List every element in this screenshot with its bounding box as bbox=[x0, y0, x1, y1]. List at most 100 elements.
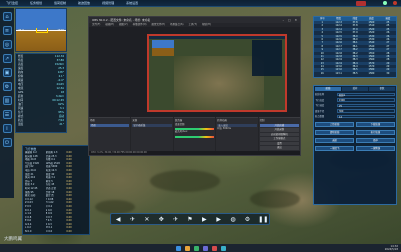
source-item[interactable]: 显示器采集 bbox=[132, 123, 172, 127]
telemetry-value: 21° bbox=[59, 123, 64, 126]
field-input[interactable]: 航线1 bbox=[337, 92, 395, 96]
obs-menu-item[interactable]: 编辑(E) bbox=[105, 23, 114, 27]
play-icon[interactable]: ▶ bbox=[215, 216, 222, 223]
minimize-icon[interactable]: – bbox=[283, 17, 284, 23]
os-taskbar: 14:32 2024/5/18 bbox=[0, 244, 401, 252]
obs-icon[interactable] bbox=[211, 245, 217, 251]
target-icon[interactable]: ◎ bbox=[2, 40, 12, 49]
preview-topbar bbox=[149, 36, 285, 39]
close-icon[interactable] bbox=[393, 1, 397, 5]
camera-icon[interactable]: ▣ bbox=[2, 68, 12, 77]
play-icon[interactable]: ▶ bbox=[201, 216, 208, 223]
terrain-ridge bbox=[250, 190, 300, 208]
action-button[interactable]: 悬停 bbox=[355, 138, 395, 143]
pin-icon[interactable]: ⚑ bbox=[186, 216, 193, 223]
globe-icon[interactable]: ◍ bbox=[230, 216, 237, 223]
close-icon[interactable]: ✕ bbox=[295, 17, 297, 23]
route-control-panel: 航线 载荷 参数 航线名称 航线1 飞行高度 1500 飞行速度 25 盘旋半径 300 航点数… bbox=[313, 85, 397, 205]
settings-button[interactable]: 设置 bbox=[259, 141, 300, 145]
start-stream-button[interactable]: 开始直播 bbox=[259, 123, 300, 127]
brand-logo bbox=[356, 1, 366, 6]
obs-dock-area: 场景 场景 来源 显示器采集 混音器 桌面音频 麦克风/Aux 转场动画 淡入淡… bbox=[89, 117, 301, 155]
pause-icon[interactable]: ❚❚ bbox=[258, 216, 268, 223]
action-button[interactable]: 执行航线 bbox=[355, 130, 395, 135]
plane-icon[interactable]: ✈ bbox=[172, 216, 179, 223]
form-row: 飞行速度 25 bbox=[315, 103, 395, 108]
explorer-icon[interactable] bbox=[184, 245, 190, 251]
start-record-button[interactable]: 开始录制 bbox=[259, 128, 300, 132]
transition-duration[interactable]: 时长 300ms bbox=[217, 127, 256, 131]
field-input[interactable]: 25 bbox=[337, 103, 395, 107]
mixer-channel: 麦克风/Aux bbox=[174, 130, 188, 133]
obs-menu-item[interactable]: 文件(F) bbox=[92, 23, 100, 27]
obs-menu-item[interactable]: 配置文件(P) bbox=[151, 23, 164, 27]
obs-menu-item[interactable]: 帮助(H) bbox=[202, 23, 211, 27]
menu-item-plan[interactable]: 任务规划 bbox=[24, 1, 48, 5]
mixer-dock: 混音器 桌面音频 麦克风/Aux bbox=[173, 117, 216, 155]
obs-menu-item[interactable]: 停靠部件(D) bbox=[133, 23, 147, 27]
action-button[interactable]: 清除航线 bbox=[315, 130, 355, 135]
gear-icon[interactable]: ⚙ bbox=[244, 216, 251, 223]
obs-menu-bar: 文件(F) 编辑(E) 视图(V) 停靠部件(D) 配置文件(P) 场景集合(S) 工具(T… bbox=[89, 23, 300, 27]
close-icon[interactable]: ✕ bbox=[143, 216, 150, 223]
param-row: N 0.0 O 0.0 0.00 bbox=[25, 230, 87, 234]
watermark: 大鹏鸣翼 bbox=[4, 237, 22, 242]
plane-icon[interactable]: ✈ bbox=[129, 216, 136, 223]
action-button[interactable]: 返航 bbox=[315, 138, 355, 143]
menu-item-replay[interactable]: 航迹回放 bbox=[72, 1, 96, 5]
maximize-icon[interactable]: □ bbox=[288, 17, 291, 23]
dock-title: 转场动画 bbox=[217, 119, 227, 122]
studio-mode-button[interactable]: 工作室模式 bbox=[259, 137, 300, 141]
minimize-icon[interactable] bbox=[383, 1, 387, 5]
action-button[interactable]: 上传航线 bbox=[315, 122, 355, 127]
list-icon[interactable]: ☰ bbox=[2, 110, 12, 119]
action-button[interactable]: 下载航线 bbox=[355, 122, 395, 127]
menu-item-payload[interactable]: 载荷控制 bbox=[48, 1, 72, 5]
system-clock[interactable]: 14:32 2024/5/18 bbox=[385, 245, 398, 251]
settings-icon[interactable]: ⚙ bbox=[2, 82, 12, 91]
tab-params[interactable]: 参数 bbox=[369, 87, 395, 91]
audio-meter[interactable] bbox=[174, 135, 215, 138]
info-icon[interactable]: i bbox=[2, 124, 12, 133]
field-input[interactable]: 1500 bbox=[337, 98, 395, 102]
mixer-channel: 桌面音频 bbox=[174, 122, 185, 126]
move-icon[interactable]: ✥ bbox=[158, 216, 165, 223]
route-icon[interactable]: ↗ bbox=[2, 54, 12, 63]
virtual-camera-button[interactable]: 启动虚拟摄像机 bbox=[259, 132, 300, 136]
obs-preview[interactable] bbox=[147, 34, 287, 112]
scene-item[interactable]: 场景 bbox=[90, 123, 130, 127]
menu-item-settings[interactable]: 系统设置 bbox=[120, 1, 144, 5]
table-row[interactable]: 16 113.1 38.5 1580 30 bbox=[314, 72, 396, 75]
hud-altitude: 1520 bbox=[57, 29, 64, 32]
obs-menu-item[interactable]: 工具(T) bbox=[189, 23, 197, 27]
arrow-left-icon[interactable]: ◀ bbox=[115, 216, 122, 223]
field-label: 航线名称 bbox=[315, 93, 325, 97]
action-button[interactable]: 一键降落 bbox=[355, 146, 395, 151]
home-icon[interactable]: ⌂ bbox=[2, 12, 12, 21]
chart-icon[interactable]: ▥ bbox=[2, 96, 12, 105]
obs-window[interactable]: OBS 30.0.2 - 配置文件: 未命名 - 场景: 未命名 – □ ✕ 文… bbox=[88, 16, 301, 156]
action-button[interactable]: 一键起飞 bbox=[315, 146, 355, 151]
obs-status-bar: CPU: 3.2%, 30.00 / 30.00 FPS 00:00:00 00… bbox=[89, 151, 300, 155]
menu-item-video[interactable]: 视频管理 bbox=[96, 1, 120, 5]
gcs-icon[interactable] bbox=[220, 245, 226, 251]
telemetry-row: 温度 21° bbox=[18, 123, 64, 127]
field-input[interactable]: 12 bbox=[337, 114, 395, 118]
field-input[interactable]: 300 bbox=[337, 109, 395, 113]
clock-date: 2024/5/18 bbox=[384, 248, 398, 251]
dock-title: 控制 bbox=[259, 119, 265, 122]
start-icon[interactable] bbox=[175, 245, 181, 251]
tab-payload[interactable]: 载荷 bbox=[342, 87, 368, 91]
menu-item-flight[interactable]: 飞行监控 bbox=[0, 1, 24, 5]
exit-icon[interactable]: ⏻ bbox=[2, 138, 12, 147]
app-icon[interactable] bbox=[202, 245, 208, 251]
exit-button[interactable]: 退出 bbox=[259, 146, 300, 150]
tab-route[interactable]: 航线 bbox=[315, 87, 341, 91]
obs-menu-item[interactable]: 视图(V) bbox=[119, 23, 128, 27]
browser-icon[interactable] bbox=[193, 245, 199, 251]
obs-menu-item[interactable]: 场景集合(S) bbox=[170, 23, 184, 27]
terrain-ridge bbox=[95, 200, 135, 214]
form-row: 盘旋半径 300 bbox=[315, 109, 395, 114]
layers-icon[interactable]: ≡ bbox=[2, 26, 12, 35]
param-cell: N 0.0 bbox=[25, 230, 32, 234]
